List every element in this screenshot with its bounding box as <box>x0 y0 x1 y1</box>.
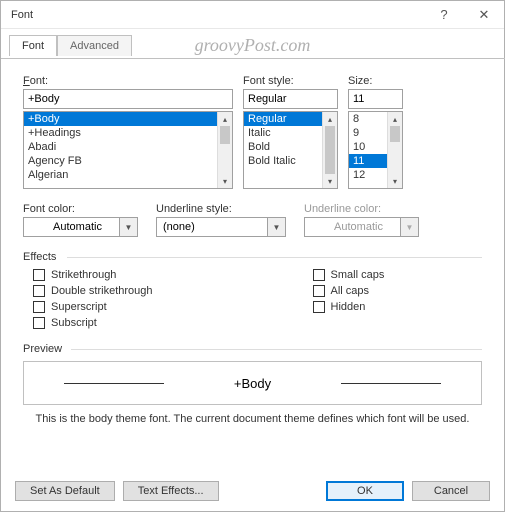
text-effects-button[interactable]: Text Effects... <box>123 481 219 501</box>
font-dialog: Font ? ✕ groovyPost.com FontAdvanced Fon… <box>0 0 505 512</box>
strikethrough-checkbox[interactable]: Strikethrough <box>33 269 153 281</box>
chevron-down-icon: ▼ <box>267 218 285 236</box>
preview-note: This is the body theme font. The current… <box>23 413 482 425</box>
underlinestyle-column: Underline style: (none) ▼ <box>156 203 286 237</box>
fontstyle-column: Font style: Regular Regular Italic Bold … <box>243 75 338 189</box>
scroll-up-icon[interactable]: ▴ <box>218 112 232 126</box>
size-column: Size: 11 8 9 10 11 12 ▴ ▾ <box>348 75 403 189</box>
fontcolor-column: Font color: Automatic ▼ <box>23 203 138 237</box>
footer: Set As Default Text Effects... OK Cancel <box>1 471 504 511</box>
scroll-thumb[interactable] <box>220 126 230 144</box>
effects-group: Strikethrough Double strikethrough Super… <box>23 269 482 329</box>
scroll-down-icon[interactable]: ▾ <box>218 174 232 188</box>
size-input-value: 11 <box>353 93 364 105</box>
tab-underline <box>1 58 505 59</box>
fontcolor-dropdown[interactable]: Automatic ▼ <box>23 217 138 237</box>
list-item[interactable]: Agency FB <box>24 154 232 168</box>
fontstyle-listbox[interactable]: Regular Italic Bold Bold Italic ▴ ▾ <box>243 111 338 189</box>
double-strikethrough-checkbox[interactable]: Double strikethrough <box>33 285 153 297</box>
font-label: Font: <box>23 75 233 87</box>
font-input-value: +Body <box>28 93 60 105</box>
checkbox-label: Superscript <box>51 301 107 313</box>
window-title: Font <box>11 9 424 21</box>
smallcaps-checkbox[interactable]: Small caps <box>313 269 385 281</box>
scrollbar[interactable]: ▴ ▾ <box>217 112 232 188</box>
preview-box: +Body <box>23 361 482 405</box>
fontstyle-input-value: Regular <box>248 93 287 105</box>
tab-font[interactable]: Font <box>9 35 57 56</box>
underlinestyle-label: Underline style: <box>156 203 286 215</box>
fontcolor-value: Automatic <box>24 221 119 233</box>
checkbox-label: Subscript <box>51 317 97 329</box>
scroll-up-icon[interactable]: ▴ <box>323 112 337 126</box>
size-label: Size: <box>348 75 403 87</box>
effects-left: Strikethrough Double strikethrough Super… <box>33 269 153 329</box>
content: Font: +Body +Body +Headings Abadi Agency… <box>1 59 504 471</box>
checkbox-label: Hidden <box>331 301 366 313</box>
hidden-checkbox[interactable]: Hidden <box>313 301 385 313</box>
fontstyle-label: Font style: <box>243 75 338 87</box>
preview-line-right <box>341 383 441 384</box>
close-button[interactable]: ✕ <box>464 1 504 29</box>
list-item[interactable]: Algerian <box>24 168 232 182</box>
font-row: Font: +Body +Body +Headings Abadi Agency… <box>23 75 482 189</box>
scroll-thumb[interactable] <box>325 126 335 174</box>
scroll-down-icon[interactable]: ▾ <box>388 174 402 188</box>
scrollbar[interactable]: ▴ ▾ <box>387 112 402 188</box>
preview-line-left <box>64 383 164 384</box>
underlinecolor-value: Automatic <box>305 221 400 233</box>
set-as-default-button[interactable]: Set As Default <box>15 481 115 501</box>
checkbox-label: Small caps <box>331 269 385 281</box>
tab-strip: FontAdvanced <box>9 35 504 59</box>
font-input[interactable]: +Body <box>23 89 233 109</box>
superscript-checkbox[interactable]: Superscript <box>33 301 153 313</box>
titlebar: Font ? ✕ <box>1 1 504 29</box>
fontcolor-label: Font color: <box>23 203 138 215</box>
underlinestyle-value: (none) <box>157 221 267 233</box>
underlinecolor-column: Underline color: Automatic ▼ <box>304 203 419 237</box>
checkbox-label: Strikethrough <box>51 269 116 281</box>
checkbox-icon <box>313 269 325 281</box>
checkbox-label: All caps <box>331 285 370 297</box>
tab-advanced[interactable]: Advanced <box>57 35 132 56</box>
checkbox-label: Double strikethrough <box>51 285 153 297</box>
preview-group-label: Preview <box>23 343 482 355</box>
underlinecolor-label: Underline color: <box>304 203 419 215</box>
scroll-thumb[interactable] <box>390 126 400 142</box>
checkbox-icon <box>313 285 325 297</box>
cancel-button[interactable]: Cancel <box>412 481 490 501</box>
size-listbox[interactable]: 8 9 10 11 12 ▴ ▾ <box>348 111 403 189</box>
size-input[interactable]: 11 <box>348 89 403 109</box>
preview-text: +Body <box>234 376 271 391</box>
fontstyle-input[interactable]: Regular <box>243 89 338 109</box>
checkbox-icon <box>33 301 45 313</box>
checkbox-icon <box>33 317 45 329</box>
scroll-down-icon[interactable]: ▾ <box>323 174 337 188</box>
subscript-checkbox[interactable]: Subscript <box>33 317 153 329</box>
help-button[interactable]: ? <box>424 1 464 29</box>
font-listbox[interactable]: +Body +Headings Abadi Agency FB Algerian… <box>23 111 233 189</box>
list-item[interactable]: +Headings <box>24 126 232 140</box>
ok-button[interactable]: OK <box>326 481 404 501</box>
effects-right: Small caps All caps Hidden <box>313 269 385 329</box>
effects-group-label: Effects <box>23 251 482 263</box>
scrollbar[interactable]: ▴ ▾ <box>322 112 337 188</box>
list-item[interactable]: +Body <box>24 112 232 126</box>
list-item[interactable]: Abadi <box>24 140 232 154</box>
scroll-up-icon[interactable]: ▴ <box>388 112 402 126</box>
underlinecolor-dropdown: Automatic ▼ <box>304 217 419 237</box>
checkbox-icon <box>33 285 45 297</box>
checkbox-icon <box>33 269 45 281</box>
allcaps-checkbox[interactable]: All caps <box>313 285 385 297</box>
color-row: Font color: Automatic ▼ Underline style:… <box>23 203 482 237</box>
checkbox-icon <box>313 301 325 313</box>
underlinestyle-dropdown[interactable]: (none) ▼ <box>156 217 286 237</box>
chevron-down-icon: ▼ <box>400 218 418 236</box>
font-column: Font: +Body +Body +Headings Abadi Agency… <box>23 75 233 189</box>
chevron-down-icon: ▼ <box>119 218 137 236</box>
